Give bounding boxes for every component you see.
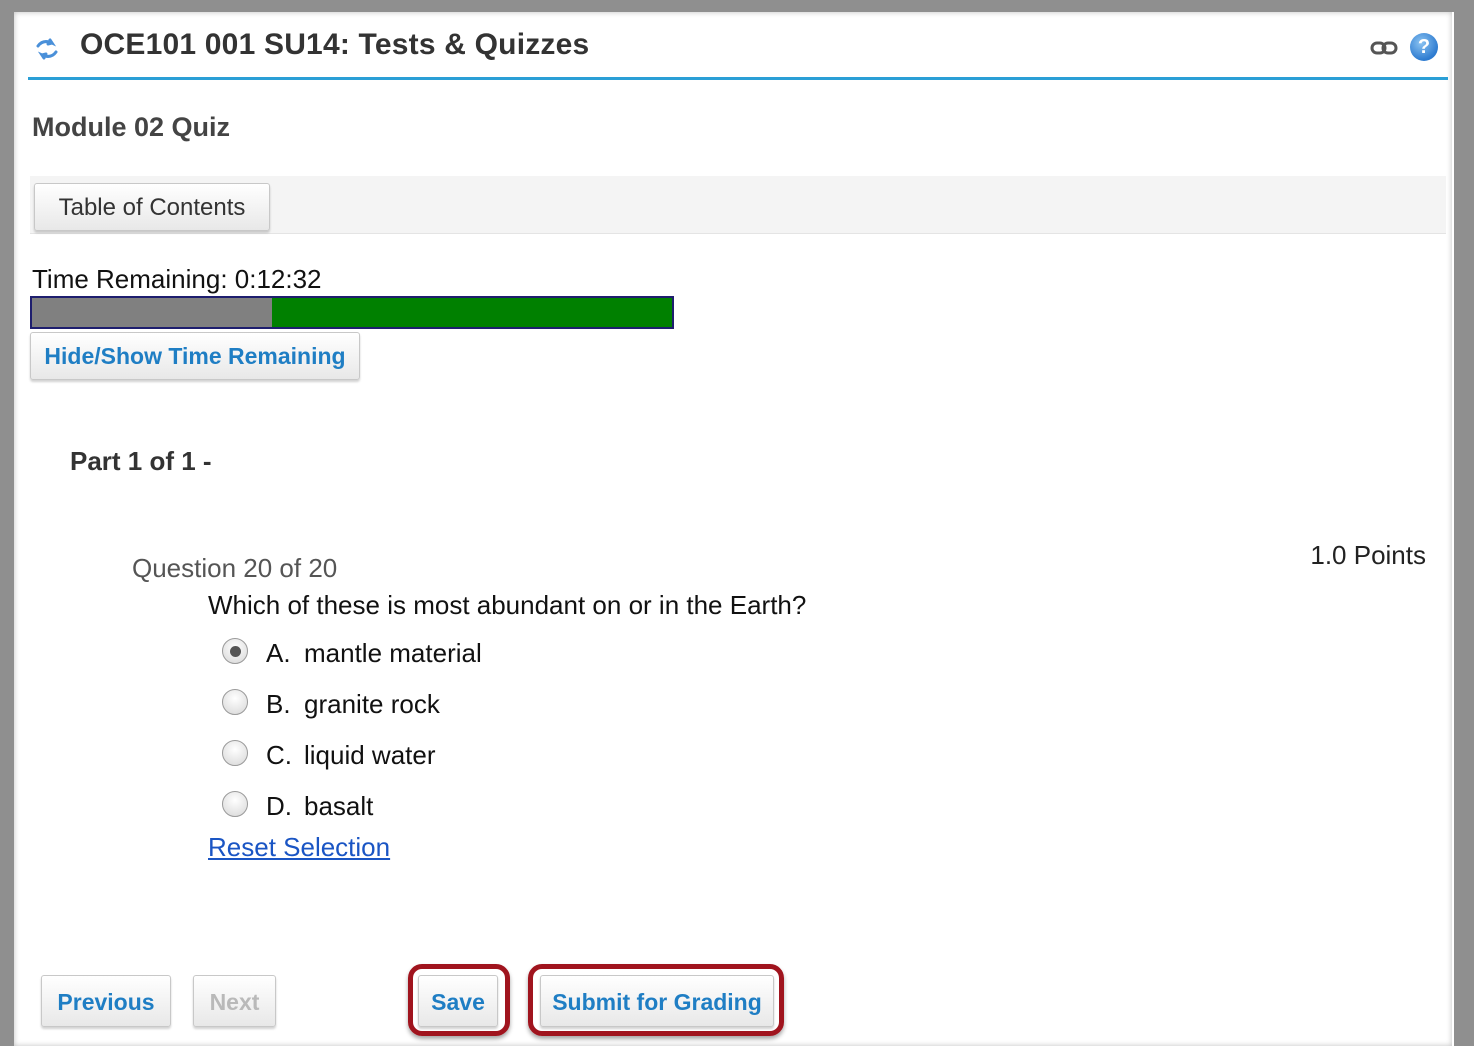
answer-letter: D. bbox=[266, 791, 292, 821]
quiz-title: Module 02 Quiz bbox=[32, 112, 231, 142]
radio-button-a[interactable] bbox=[222, 638, 248, 664]
question-number: Question 20 of 20 bbox=[132, 553, 338, 583]
answer-letter: C. bbox=[266, 740, 292, 770]
question-points: 1.0 Points bbox=[1310, 540, 1426, 570]
tool-header: OCE101 001 SU14: Tests & Quizzes ? bbox=[28, 20, 1448, 80]
radio-button-d[interactable] bbox=[222, 791, 248, 817]
time-progress-elapsed bbox=[32, 298, 272, 327]
answer-option-d[interactable]: D. basalt bbox=[220, 787, 620, 827]
part-title: Part 1 of 1 - bbox=[70, 446, 212, 476]
site-title: OCE101 001 SU14: Tests & Quizzes bbox=[80, 28, 590, 61]
reset-selection-link[interactable]: Reset Selection bbox=[208, 832, 390, 863]
answer-letter: B. bbox=[266, 689, 291, 719]
previous-button[interactable]: Previous bbox=[41, 975, 171, 1027]
answer-text: liquid water bbox=[304, 740, 436, 770]
table-of-contents-button[interactable]: Table of Contents bbox=[34, 183, 270, 231]
help-icon[interactable]: ? bbox=[1410, 33, 1438, 61]
save-button[interactable]: Save bbox=[418, 975, 498, 1027]
question-text: Which of these is most abundant on or in… bbox=[208, 590, 807, 620]
link-icon[interactable] bbox=[1370, 38, 1398, 58]
hide-show-time-button[interactable]: Hide/Show Time Remaining bbox=[30, 332, 360, 380]
page-content bbox=[14, 12, 1452, 1046]
answer-option-a[interactable]: A. mantle material bbox=[220, 634, 620, 674]
time-progress-bar bbox=[30, 296, 674, 329]
next-button[interactable]: Next bbox=[193, 975, 276, 1027]
time-remaining-label: Time Remaining: 0:12:32 bbox=[32, 264, 322, 294]
answer-text: mantle material bbox=[304, 638, 482, 668]
answer-letter: A. bbox=[266, 638, 291, 668]
answer-option-c[interactable]: C. liquid water bbox=[220, 736, 620, 776]
reset-icon[interactable] bbox=[34, 36, 60, 62]
answer-text: granite rock bbox=[304, 689, 440, 719]
submit-for-grading-button[interactable]: Submit for Grading bbox=[540, 975, 774, 1027]
radio-button-c[interactable] bbox=[222, 740, 248, 766]
radio-button-b[interactable] bbox=[222, 689, 248, 715]
answer-option-b[interactable]: B. granite rock bbox=[220, 685, 620, 725]
answer-text: basalt bbox=[304, 791, 374, 821]
